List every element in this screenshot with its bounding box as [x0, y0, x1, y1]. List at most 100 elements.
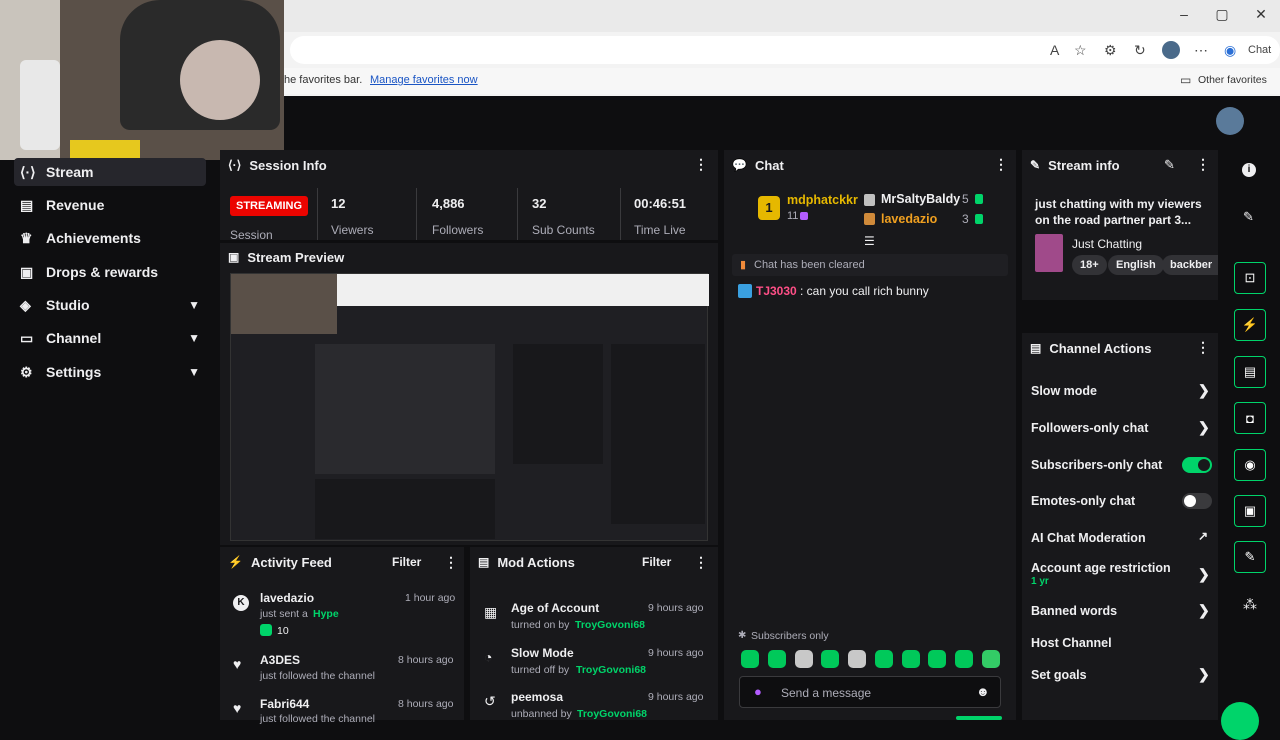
sidebar-item-settings[interactable]: ⚙ Settings ▼	[14, 358, 206, 386]
set-goals-action[interactable]: Set goals	[1031, 668, 1087, 682]
category-name[interactable]: Just Chatting	[1072, 237, 1142, 251]
chat-send-button[interactable]	[956, 716, 1002, 720]
quick-action-button[interactable]: ✎	[1234, 541, 1266, 573]
sidebar-item-achievements[interactable]: ♛ Achievements	[14, 224, 206, 252]
feed-item-name[interactable]: Fabri644	[260, 697, 309, 711]
manage-favorites-link[interactable]: Manage favorites now	[370, 74, 478, 86]
chevron-right-icon[interactable]: ❯	[1198, 419, 1210, 436]
leader-name[interactable]: lavedazio	[881, 212, 937, 226]
sidebar-item-studio[interactable]: ◈ Studio ▼	[14, 291, 206, 319]
close-icon[interactable]: ✕	[1251, 6, 1271, 23]
microphone-icon[interactable]: ●	[754, 684, 762, 699]
mod-item-name[interactable]: peemosa	[511, 690, 563, 704]
quick-action-button[interactable]: ⊡	[1234, 262, 1266, 294]
quick-action-button[interactable]: ◉	[1234, 449, 1266, 481]
mod-item-name[interactable]: Slow Mode	[511, 646, 574, 660]
banned-words-action[interactable]: Banned words	[1031, 604, 1117, 618]
mod-item-by[interactable]: TroyGovoni68	[575, 619, 645, 631]
kebab-icon[interactable]: ⋮	[444, 554, 458, 571]
chat-button[interactable]: Chat	[1248, 44, 1271, 56]
subscribers-only-toggle[interactable]	[1182, 457, 1212, 473]
feed-item-name[interactable]: lavedazio	[260, 591, 314, 605]
apps-icon[interactable]: ⁂	[1243, 596, 1257, 613]
favbar-text: he favorites bar.	[284, 74, 363, 86]
profile-avatar[interactable]	[1162, 41, 1180, 59]
followers-only-action[interactable]: Followers-only chat	[1031, 421, 1148, 435]
mod-item-name[interactable]: Age of Account	[511, 601, 599, 615]
mod-item-time: 9 hours ago	[648, 647, 704, 659]
tag-18-plus[interactable]: 18+	[1072, 255, 1107, 275]
read-aloud-icon[interactable]: A	[1050, 42, 1059, 58]
edit-pencil-icon[interactable]: ✎	[1243, 209, 1254, 225]
emote-icon[interactable]	[768, 650, 786, 668]
kebab-icon[interactable]: ⋮	[1196, 156, 1210, 173]
emote-icon[interactable]	[875, 650, 893, 668]
quick-action-button[interactable]: ◘	[1234, 402, 1266, 434]
kebab-icon[interactable]: ⋮	[694, 156, 708, 173]
mod-item-by[interactable]: TroyGovoni68	[577, 708, 647, 720]
info-icon[interactable]: i	[1242, 163, 1256, 177]
account-age-action[interactable]: Account age restriction	[1031, 561, 1171, 575]
help-button[interactable]	[1221, 702, 1259, 740]
ai-moderation-action[interactable]: AI Chat Moderation	[1031, 531, 1146, 545]
sidebar-item-stream[interactable]: ⟨·⟩ Stream	[14, 158, 206, 186]
chat-input[interactable]: ● Send a message ☻	[739, 676, 1001, 708]
gift-sub-icon	[800, 212, 808, 220]
user-avatar[interactable]	[1216, 107, 1244, 135]
emote-icon[interactable]	[928, 650, 946, 668]
copilot-icon[interactable]: ◉	[1224, 42, 1236, 59]
history-icon[interactable]: ↻	[1134, 42, 1146, 59]
chevron-right-icon[interactable]: ❯	[1198, 382, 1210, 399]
emote-icon[interactable]	[955, 650, 973, 668]
subscribers-only-action[interactable]: Subscribers-only chat	[1031, 458, 1162, 472]
emote-icon[interactable]	[821, 650, 839, 668]
more-icon[interactable]: ⋯	[1194, 42, 1208, 59]
slow-mode-action[interactable]: Slow mode	[1031, 384, 1097, 398]
extensions-icon[interactable]: ⚙	[1104, 42, 1117, 59]
filter-button[interactable]: Filter	[392, 555, 421, 569]
sidebar-item-drops[interactable]: ▣ Drops & rewards	[14, 258, 206, 286]
emotes-only-action[interactable]: Emotes-only chat	[1031, 494, 1135, 508]
other-favorites[interactable]: Other favorites	[1198, 74, 1267, 86]
maximize-icon[interactable]: ▢	[1212, 6, 1232, 23]
emotes-only-toggle[interactable]	[1182, 493, 1212, 509]
mod-item-by[interactable]: TroyGovoni68	[576, 664, 646, 676]
sidebar-item-label: Settings	[46, 364, 102, 380]
chevron-right-icon[interactable]: ❯	[1198, 602, 1210, 619]
emoji-icon[interactable]: ☻	[976, 684, 990, 699]
chevron-right-icon[interactable]: ❯	[1198, 666, 1210, 683]
emote-icon[interactable]	[982, 650, 1000, 668]
kebab-icon[interactable]: ⋮	[694, 554, 708, 571]
webcam-object	[70, 140, 140, 160]
leader-name[interactable]: MrSaltyBaldy	[881, 192, 960, 206]
quick-action-button[interactable]: ▤	[1234, 356, 1266, 388]
emote-icon[interactable]	[902, 650, 920, 668]
feed-item-name[interactable]: A3DES	[260, 653, 300, 667]
clipboard-icon: ▤	[1243, 364, 1257, 379]
chat-username[interactable]: TJ3030	[756, 284, 797, 298]
sidebar-item-channel[interactable]: ▭ Channel ▼	[14, 324, 206, 352]
kebab-icon[interactable]: ⋮	[1196, 339, 1210, 356]
chevron-right-icon[interactable]: ❯	[1198, 566, 1210, 583]
edit-pencil-icon[interactable]: ✎	[1164, 157, 1175, 173]
quick-action-button[interactable]: ⚡	[1234, 309, 1266, 341]
favorite-star-icon[interactable]: ☆	[1074, 42, 1087, 59]
emote-icon[interactable]	[848, 650, 866, 668]
filter-button[interactable]: Filter	[642, 555, 671, 569]
host-channel-action[interactable]: Host Channel	[1031, 636, 1112, 650]
kebab-icon[interactable]: ⋮	[994, 156, 1008, 173]
tag-english[interactable]: English	[1108, 255, 1164, 275]
sidebar-item-revenue[interactable]: ▤ Revenue	[14, 191, 206, 219]
minimize-icon[interactable]: –	[1174, 6, 1194, 22]
leader-name[interactable]: mdphatckkr	[787, 193, 858, 207]
stream-preview-header: ▣ Stream Preview	[228, 242, 344, 272]
tag-backber[interactable]: backber	[1162, 255, 1218, 275]
external-link-icon[interactable]: ↗	[1198, 529, 1208, 543]
emote-icon[interactable]	[741, 650, 759, 668]
sidebar-item-label: Achievements	[46, 230, 141, 246]
address-bar[interactable]	[290, 36, 1280, 64]
quick-action-button[interactable]: ▣	[1234, 495, 1266, 527]
emote-icon[interactable]	[795, 650, 813, 668]
expand-leaderboard-icon[interactable]: ☰	[864, 234, 875, 248]
stream-preview-video[interactable]	[230, 273, 709, 541]
